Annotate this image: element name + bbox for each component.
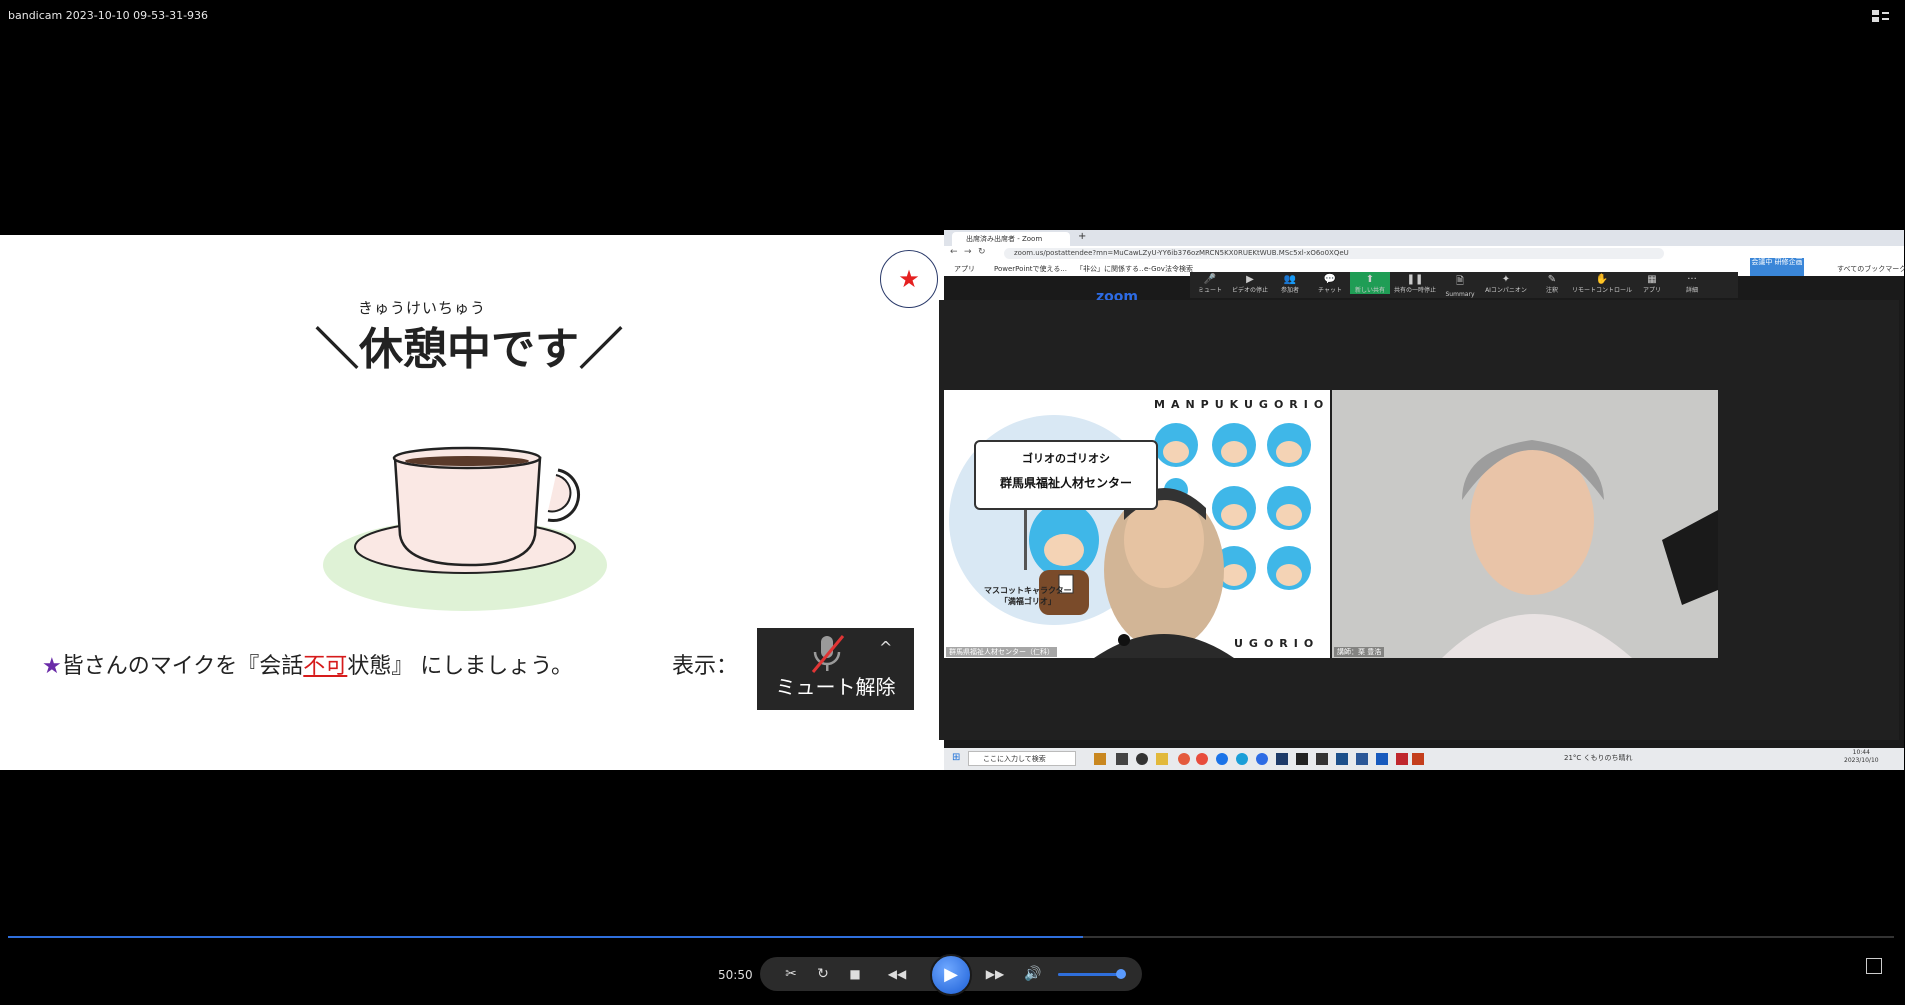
mute-button[interactable]: 🎤 ミュート (1190, 272, 1230, 294)
mascot-caption-line-2: 「満福ゴリオ」 (999, 597, 1056, 606)
pen-icon: ✎ (1547, 274, 1557, 285)
participant-name-1: 群馬県福祉人材センター（仁科） (946, 647, 1057, 657)
display-label: 表示： (672, 654, 739, 679)
more-button[interactable]: ··· 詳細 (1672, 272, 1712, 294)
presentation-slide: きゅうけいちゅう ＼休憩中です／ ★ ★皆さんのマイクを『会話不可状態』 にしま… (0, 235, 950, 770)
mascot-banner-bottom: UGORIO (1234, 637, 1320, 650)
sparkle-icon: ✦ (1501, 274, 1511, 285)
new-tab-button[interactable]: + (1078, 231, 1086, 242)
seek-bar[interactable] (8, 936, 1894, 938)
participant-name-2: 講師：栗 豊浩 (1334, 647, 1385, 657)
sign-line-2: 群馬県福祉人材センター (999, 476, 1132, 490)
fullscreen-toggle-icon[interactable] (1872, 8, 1890, 22)
tab-title: 出席済み出席者 - Zoom (966, 235, 1043, 243)
seek-bar-fill (8, 936, 1084, 938)
muted-mic-icon (811, 635, 845, 673)
bookmark-powerpoint[interactable]: PowerPointで使える... (994, 264, 1067, 274)
volume-slider-fill (1058, 973, 1122, 976)
coffee-cup-illustration (323, 446, 607, 611)
annotate-button[interactable]: ✎ 注釈 (1532, 272, 1572, 294)
clock-date: 2023/10/10 (1844, 757, 1879, 764)
repeat-icon[interactable]: ↻ (812, 963, 834, 985)
instruction-pre: 皆さんのマイクを『会話 (61, 654, 304, 679)
bookmark-hikou[interactable]: 「非公」に関係する.. (1076, 264, 1143, 274)
star-badge: ★ (880, 250, 938, 308)
apps-button[interactable]: ▦ アプリ (1632, 272, 1672, 294)
taskbar-weather[interactable]: 21°C くもりのち晴れ (1564, 753, 1633, 763)
bookmark-all[interactable]: すべてのブックマーク (1837, 264, 1905, 274)
microphone-icon: 🎤 (1203, 274, 1217, 285)
more-icon: ··· (1687, 274, 1697, 285)
sign-line-1: ゴリオのゴリオシ (1022, 452, 1110, 465)
fast-forward-icon[interactable]: ▶▶ (978, 963, 1012, 985)
slide-title: ＼休憩中です／ (315, 324, 623, 375)
back-icon[interactable]: ← (950, 247, 958, 257)
video-camera-icon: ▶ (1246, 274, 1254, 285)
remote-control-button[interactable]: ✋ リモートコントロール (1572, 272, 1632, 294)
chat-icon: 💬 (1323, 274, 1337, 285)
recorder-title: bandicam 2023-10-10 09-53-31-936 (8, 9, 209, 22)
zoom-meeting-toolbar: 🎤 ミュート ▶ ビデオの停止 👥 参加者 💬 チャット ⬆ 新しい共有 ❚❚ 共有の一時停… (1190, 272, 1738, 298)
participants-button[interactable]: 👥 参加者 (1270, 272, 1310, 294)
participants-icon: 👥 (1283, 274, 1297, 285)
reload-icon[interactable]: ↻ (978, 247, 986, 257)
windows-start-icon[interactable]: ⊞ (952, 752, 960, 763)
ai-companion-button[interactable]: ✦ AIコンパニオン (1480, 272, 1532, 294)
browser-tab-strip: 出席済み出席者 - Zoom + (944, 230, 1904, 246)
summary-icon: 🗎 (1455, 276, 1465, 287)
instruction-text: ★皆さんのマイクを『会話不可状態』 にしましょう。 (42, 648, 573, 680)
mascot-caption-line-1: マスコットキャラクター (984, 586, 1072, 595)
summary-button[interactable]: 🗎 Summary (1440, 272, 1480, 298)
unmute-example: ^ ミュート解除 (757, 628, 914, 710)
volume-icon[interactable]: 🔊 (1022, 963, 1044, 985)
meeting-area: MANPUKUGORIO UGORIO ゴリオのゴリオシ 群馬県福祉人材センター… (939, 300, 1899, 740)
mascot-sign: ゴリオのゴリオシ 群馬県福祉人材センター (974, 440, 1158, 510)
mascot-background (949, 415, 1311, 658)
new-share-button[interactable]: ⬆ 新しい共有 (1350, 272, 1390, 294)
playback-time: 50:50 (718, 968, 753, 982)
clock-time: 10:44 (1852, 749, 1870, 756)
rewind-icon[interactable]: ◀◀ (880, 963, 914, 985)
stop-video-button[interactable]: ▶ ビデオの停止 (1230, 272, 1270, 294)
hand-icon: ✋ (1595, 274, 1609, 285)
bookmark-egov[interactable]: e-Gov法令検索 (1144, 264, 1193, 274)
star-icon: ★ (898, 265, 920, 293)
apps-icon: ▦ (1647, 274, 1657, 285)
playback-controls: ✂ ↻ ■ ◀◀ ▶ ▶▶ 🔊 (760, 954, 1142, 996)
play-icon[interactable]: ▶ (930, 954, 972, 996)
bookmark-apps[interactable]: アプリ (954, 264, 975, 274)
expand-window-icon[interactable] (1866, 958, 1882, 974)
volume-slider-knob[interactable] (1116, 969, 1126, 979)
mascot-caption: マスコットキャラクター 「満福ゴリオ」 (984, 585, 1072, 607)
instruction-star-icon: ★ (42, 654, 62, 679)
pause-share-button[interactable]: ❚❚ 共有の一時停止 (1390, 272, 1440, 294)
pause-icon: ❚❚ (1406, 274, 1424, 285)
mascot-banner: MANPUKUGORIO (1154, 398, 1330, 411)
speaker-video (1332, 390, 1718, 658)
zoom-browser-window: 出席済み出席者 - Zoom + ← → ↻ zoom.us/postatten… (939, 230, 1905, 770)
taskbar-app-icons (1094, 753, 1424, 765)
meeting-badge: 会議中 研修企画 (1750, 258, 1804, 276)
browser-tab[interactable]: 出席済み出席者 - Zoom (952, 232, 1070, 246)
instruction-post: 状態』 にしましょう。 (347, 654, 573, 679)
caret-up-icon: ^ (879, 638, 893, 657)
url-field[interactable]: zoom.us/postattendee?mn=MuCawLZyU-YY6ib3… (1004, 248, 1664, 259)
forward-icon[interactable]: → (964, 247, 972, 257)
video-tile-2[interactable]: 講師：栗 豊浩 (1332, 390, 1718, 658)
unmute-label: ミュート解除 (775, 675, 896, 699)
stop-icon[interactable]: ■ (844, 963, 866, 985)
taskbar-clock[interactable]: 10:44 2023/10/10 (1844, 749, 1879, 765)
chat-button[interactable]: 💬 チャット (1310, 272, 1350, 294)
trim-icon[interactable]: ✂ (780, 963, 802, 985)
share-icon: ⬆ (1365, 274, 1375, 285)
video-tile-1[interactable]: MANPUKUGORIO UGORIO ゴリオのゴリオシ 群馬県福祉人材センター… (944, 390, 1330, 658)
taskbar-search[interactable]: ここに入力して検索 (968, 751, 1076, 766)
windows-taskbar: ⊞ ここに入力して検索 21°C くもりのち晴れ 10:44 2023/10/10 (944, 748, 1904, 770)
volume-slider[interactable] (1058, 969, 1126, 979)
instruction-emphasis: 不可 (303, 654, 348, 679)
